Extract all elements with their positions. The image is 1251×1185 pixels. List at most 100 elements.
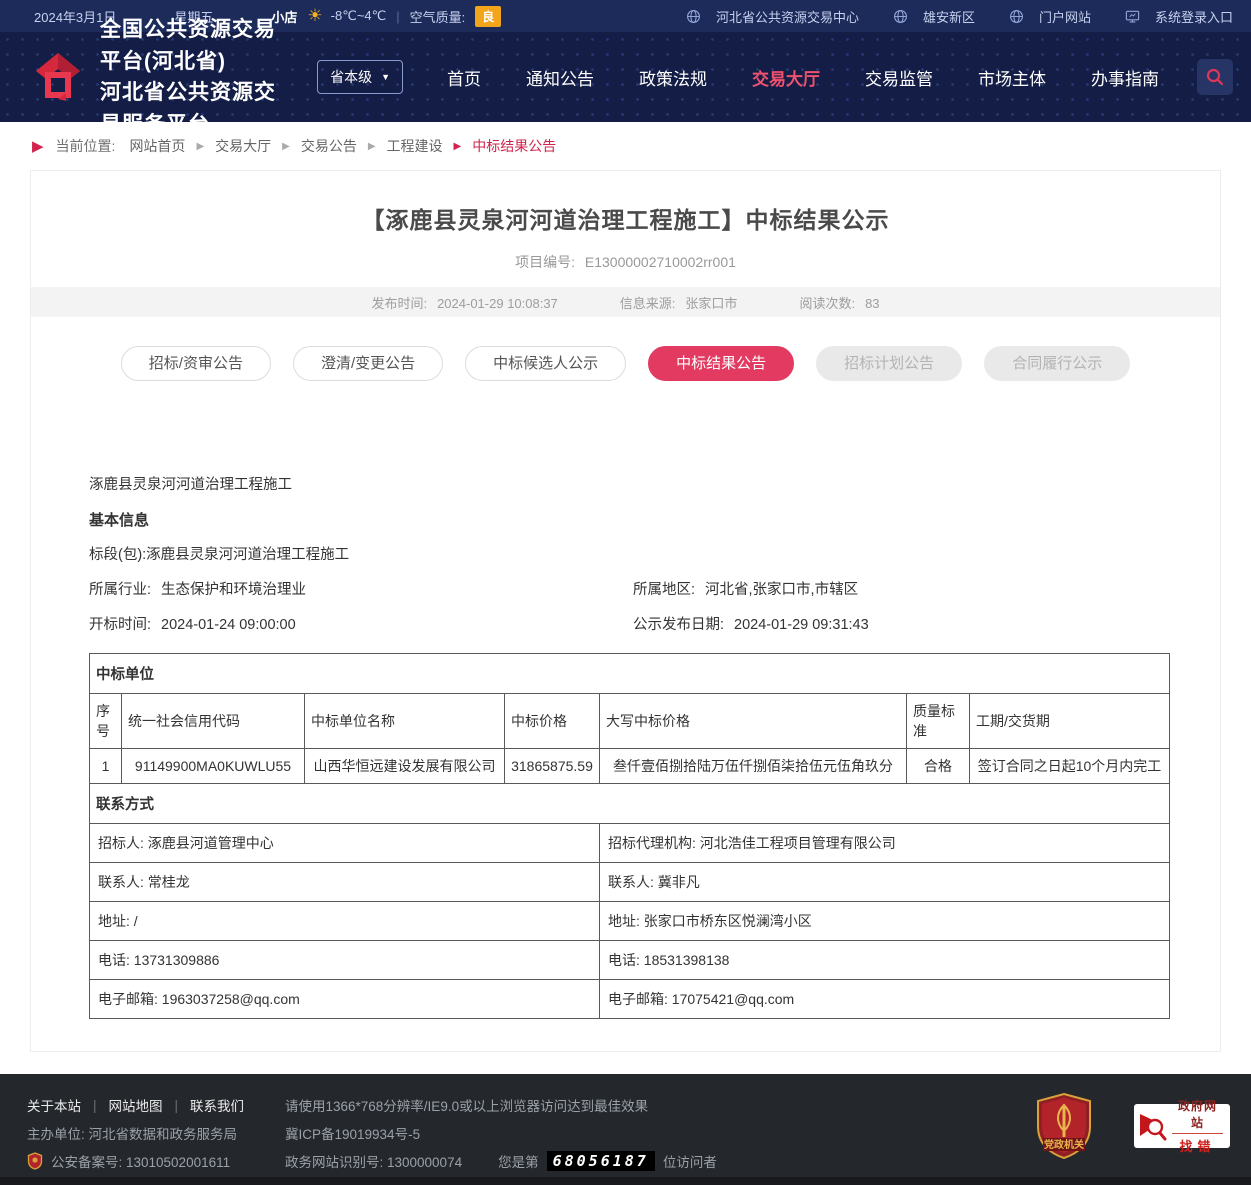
gov-site-error-report-badge[interactable]: 政府网站 找错 [1134, 1104, 1230, 1148]
article-card: 【涿鹿县灵泉河河道治理工程施工】中标结果公示 项目编号: E1300000271… [30, 170, 1221, 1052]
contact-person-right: 联系人: 冀非凡 [600, 863, 1170, 902]
email-right: 电子邮箱: 17075421@qq.com [600, 980, 1170, 1019]
info-row-1: 所属行业:生态保护和环境治理业 所属地区:河北省,张家口市,市辖区 [89, 583, 1167, 598]
cell-credit-code: 91149900MA0KUWLU55 [122, 749, 305, 784]
globe-icon [686, 9, 701, 24]
footer-link-sitemap[interactable]: 网站地图 [109, 1095, 163, 1115]
article-title-block: 【涿鹿县灵泉河河道治理工程施工】中标结果公示 项目编号: E1300000271… [31, 171, 1220, 272]
col-header: 大写中标价格 [600, 694, 907, 749]
info-row-2: 开标时间:2024-01-24 09:00:00 公示发布日期:2024-01-… [89, 618, 1167, 633]
nav-policies[interactable]: 政策法规 [639, 65, 707, 90]
topbar-links: 河北省公共资源交易中心 雄安新区 门户网站 系统登录入口 [686, 7, 1233, 26]
site-title-line1: 全国公共资源交易平台(河北省) [100, 14, 281, 77]
air-quality-label: 空气质量: [410, 7, 466, 26]
contact-section-title: 联系方式 [90, 784, 1170, 824]
party-government-badge[interactable]: 党政机关 [1036, 1093, 1092, 1159]
cell-seq: 1 [90, 749, 122, 784]
chevron-right-icon: ▶ [454, 141, 462, 152]
nav-trading-hall[interactable]: 交易大厅 [752, 65, 820, 90]
tenderer-field: 招标人: 涿鹿县河道管理中心 [90, 824, 600, 863]
phone-left: 电话: 13731309886 [90, 941, 600, 980]
address-right: 地址: 张家口市桥东区悦澜湾小区 [600, 902, 1170, 941]
winner-section-title: 中标单位 [90, 654, 1170, 694]
globe-icon [1009, 9, 1024, 24]
gov-site-id: 政务网站识别号: 1300000074 [285, 1151, 462, 1171]
project-number-value: E13000002710002rr001 [585, 254, 736, 270]
cell-winner-name: 山西华恒远建设发展有限公司 [305, 749, 505, 784]
nav-supervision[interactable]: 交易监管 [865, 65, 933, 90]
contact-row: 招标人: 涿鹿县河道管理中心 招标代理机构: 河北浩佳工程项目管理有限公司 [90, 824, 1170, 863]
table-section-contact: 联系方式 [90, 784, 1170, 824]
site-title-line2: 河北省公共资源交易服务平台 [100, 77, 281, 140]
footer-link-about[interactable]: 关于本站 [27, 1095, 81, 1115]
read-count: 阅读次数:83 [799, 293, 879, 312]
monitor-icon [1125, 9, 1140, 24]
project-number-line: 项目编号: E13000002710002rr001 [31, 252, 1220, 272]
site-footer: 关于本站 | 网站地图 | 联系我们 请使用1366*768分辨率/IE9.0或… [0, 1074, 1251, 1185]
tab-result-announcement[interactable]: 中标结果公告 [648, 346, 794, 381]
link-portal[interactable]: 门户网站 [1009, 7, 1091, 26]
col-header: 统一社会信用代码 [122, 694, 305, 749]
contact-row: 电话: 13731309886 电话: 18531398138 [90, 941, 1170, 980]
breadcrumb-trade-notice[interactable]: 交易公告 [301, 136, 357, 156]
publicity-date-field: 公示发布日期:2024-01-29 09:31:43 [633, 618, 869, 633]
link-trade-center[interactable]: 河北省公共资源交易中心 [686, 7, 859, 26]
breadcrumb-prefix: 当前位置: [56, 136, 116, 156]
agency-field: 招标代理机构: 河北浩佳工程项目管理有限公司 [600, 824, 1170, 863]
col-header: 中标价格 [505, 694, 600, 749]
site-title: 全国公共资源交易平台(河北省) 河北省公共资源交易服务平台 [100, 14, 281, 140]
footer-link-contact[interactable]: 联系我们 [190, 1095, 244, 1115]
col-header: 中标单位名称 [305, 694, 505, 749]
link-system-login[interactable]: 系统登录入口 [1125, 7, 1233, 26]
visitor-counter: 68056187 [547, 1151, 655, 1171]
search-button[interactable] [1197, 59, 1233, 95]
contact-row: 电子邮箱: 1963037258@qq.com 电子邮箱: 17075421@q… [90, 980, 1170, 1019]
breadcrumb-trading-hall[interactable]: 交易大厅 [215, 136, 271, 156]
tab-candidate-publicity[interactable]: 中标候选人公示 [465, 346, 626, 381]
chevron-right-icon: ▶ [368, 141, 376, 152]
main-nav: 首页 通知公告 政策法规 交易大厅 交易监管 市场主体 办事指南 [447, 65, 1159, 90]
breadcrumb-current: 中标结果公告 [472, 136, 556, 156]
error-report-badge-title: 政府网站 [1172, 1097, 1223, 1134]
breadcrumb-engineering[interactable]: 工程建设 [387, 136, 443, 156]
footer-bottom-strip [0, 1177, 1251, 1185]
winner-header-row: 序号 统一社会信用代码 中标单位名称 中标价格 大写中标价格 质量标准 工期/交… [90, 694, 1170, 749]
winner-data-row: 1 91149900MA0KUWLU55 山西华恒远建设发展有限公司 31865… [90, 749, 1170, 784]
col-header: 序号 [90, 694, 122, 749]
article-meta-bar: 发布时间:2024-01-29 10:08:37 信息来源:张家口市 阅读次数:… [31, 287, 1220, 317]
footer-badges: 党政机关 政府网站 找错 [1036, 1093, 1230, 1159]
tab-bidding-notice[interactable]: 招标/资审公告 [121, 346, 271, 381]
region-selector-value: 省本级 [330, 67, 372, 87]
lot-line: 标段(包):涿鹿县灵泉河河道治理工程施工 [89, 548, 1167, 563]
breadcrumb-home[interactable]: 网站首页 [129, 136, 185, 156]
globe-icon [893, 9, 908, 24]
cell-duration: 签订合同之日起10个月内完工 [970, 749, 1170, 784]
party-badge-text: 党政机关 [1044, 1138, 1084, 1151]
nav-home[interactable]: 首页 [447, 65, 481, 90]
divider: | [396, 9, 399, 24]
cell-bid-price: 31865875.59 [505, 749, 600, 784]
contact-row: 地址: / 地址: 张家口市桥东区悦澜湾小区 [90, 902, 1170, 941]
email-left: 电子邮箱: 1963037258@qq.com [90, 980, 600, 1019]
link-xiongan[interactable]: 雄安新区 [893, 7, 975, 26]
error-report-badge-action: 找错 [1172, 1134, 1223, 1155]
chevron-right-icon: ▶ [196, 141, 204, 152]
temperature: -8℃~4℃ [331, 8, 387, 24]
contact-row: 联系人: 常桂龙 联系人: 冀非凡 [90, 863, 1170, 902]
breadcrumb-flag-icon: ▶ [32, 137, 44, 155]
announcement-tabs: 招标/资审公告 澄清/变更公告 中标候选人公示 中标结果公告 招标计划公告 合同… [31, 346, 1220, 381]
project-name: 涿鹿县灵泉河河道治理工程施工 [89, 478, 1167, 493]
icp-number: 冀ICP备19019934号-5 [285, 1123, 420, 1143]
browser-notice: 请使用1366*768分辨率/IE9.0或以上浏览器访问达到最佳效果 [285, 1095, 648, 1115]
tab-clarification[interactable]: 澄清/变更公告 [293, 346, 443, 381]
police-badge-icon [27, 1152, 43, 1170]
nav-notices[interactable]: 通知公告 [526, 65, 594, 90]
contact-person-left: 联系人: 常桂龙 [90, 863, 600, 902]
nav-market-entities[interactable]: 市场主体 [978, 65, 1046, 90]
region-selector-dropdown[interactable]: 省本级 ▼ [317, 60, 403, 94]
basic-info-heading: 基本信息 [89, 513, 1167, 528]
tab-contract-performance: 合同履行公示 [984, 346, 1130, 381]
nav-service-guide[interactable]: 办事指南 [1091, 65, 1159, 90]
col-header: 工期/交货期 [970, 694, 1170, 749]
site-header: 全国公共资源交易平台(河北省) 河北省公共资源交易服务平台 省本级 ▼ 首页 通… [0, 32, 1251, 122]
